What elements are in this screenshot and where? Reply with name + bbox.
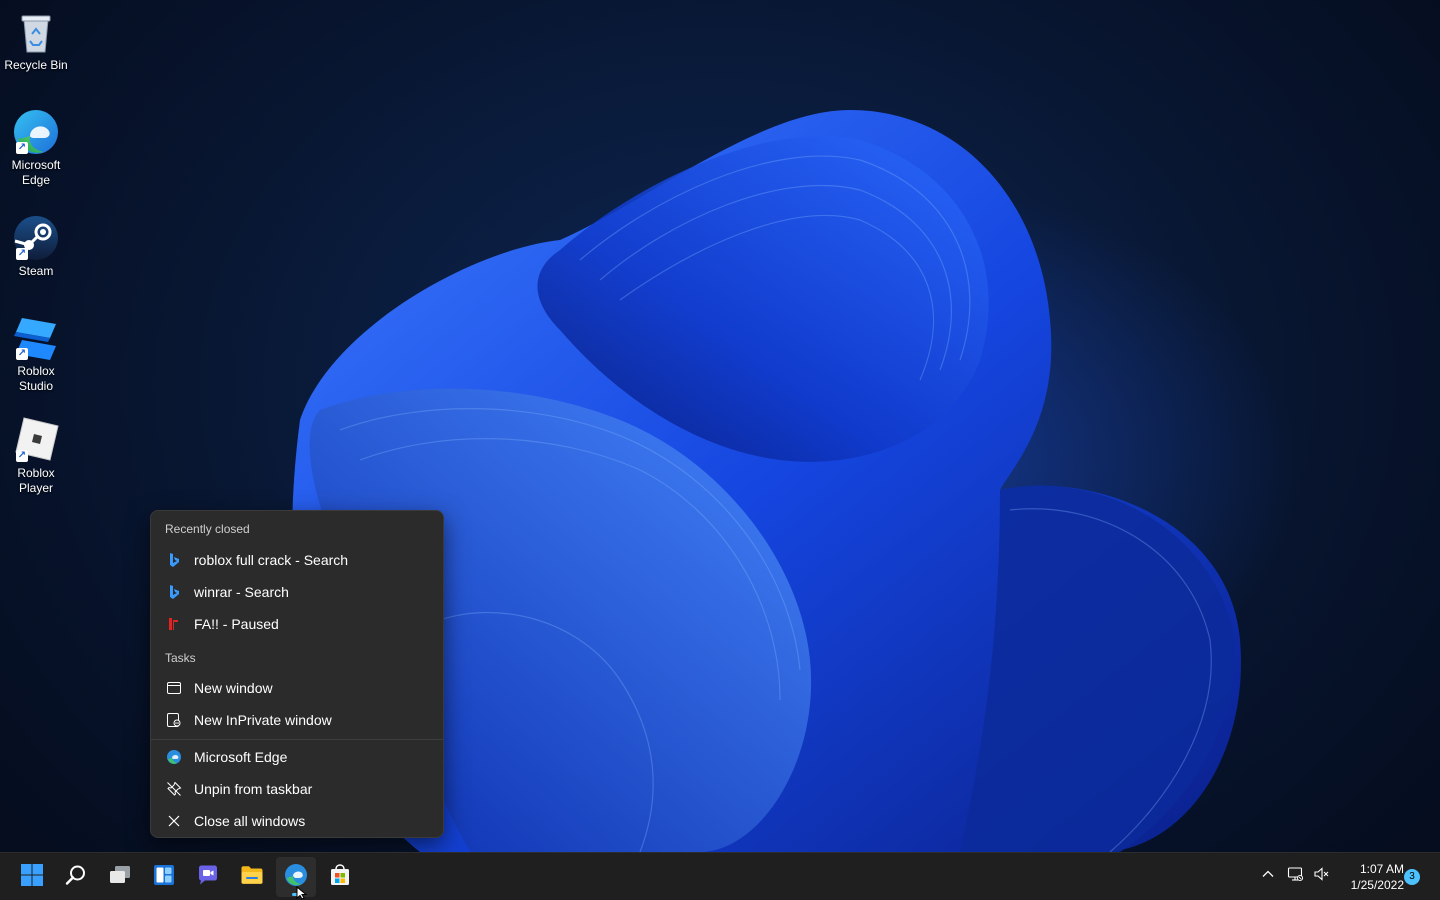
taskbar-widgets-button[interactable] — [144, 857, 184, 897]
desktop-icon-roblox-player[interactable]: ↗ Roblox Player — [4, 416, 68, 496]
jump-item-unpin-from-taskbar[interactable]: Unpin from taskbar — [155, 774, 439, 804]
desktop-icon-label: Steam — [18, 264, 54, 278]
network-button[interactable] — [1284, 865, 1306, 887]
window-icon — [165, 679, 183, 697]
close-icon — [165, 812, 183, 830]
steam-icon: ↗ — [12, 214, 60, 262]
inprivate-window-icon — [165, 711, 183, 729]
clock-time: 1:07 AM — [1359, 862, 1404, 876]
jump-item-label: New InPrivate window — [194, 712, 332, 728]
jump-item-label: Close all windows — [194, 813, 306, 829]
taskbar-start-button[interactable] — [12, 857, 52, 897]
network-disconnected-icon — [1287, 866, 1304, 887]
store-icon — [328, 863, 352, 892]
bing-icon — [165, 551, 183, 569]
edge-icon: ↗ — [12, 108, 60, 156]
jump-item-winrar-search[interactable]: winrar - Search — [155, 577, 439, 607]
shortcut-arrow-icon: ↗ — [16, 142, 28, 154]
desktop-icon-steam[interactable]: ↗ Steam — [4, 214, 68, 279]
edge-jump-list: Recently closed roblox full crack - Sear… — [150, 510, 444, 838]
fa-tab-icon — [165, 615, 183, 633]
volume-muted-icon — [1313, 866, 1329, 887]
unpin-icon — [165, 780, 183, 798]
taskbar-search-button[interactable] — [56, 857, 96, 897]
jump-item-label: FA!! - Paused — [194, 616, 279, 632]
roblox-player-icon: ↗ — [12, 416, 60, 464]
desktop-icon-recycle-bin[interactable]: Recycle Bin — [4, 8, 68, 73]
folder-icon — [240, 863, 264, 892]
taskbar: 1:07 AM 1/25/2022 3 — [0, 852, 1440, 900]
jump-item-fa-paused[interactable]: FA!! - Paused — [155, 609, 439, 639]
recycle-bin-icon — [12, 8, 60, 56]
jump-item-close-all-windows[interactable]: Close all windows — [155, 806, 439, 836]
bing-icon — [165, 583, 183, 601]
jump-list-divider — [151, 739, 443, 740]
tasks-header: Tasks — [165, 651, 196, 665]
jump-item-microsoft-edge[interactable]: Microsoft Edge — [155, 742, 439, 772]
taskbar-file-explorer-button[interactable] — [232, 857, 272, 897]
widgets-icon — [152, 863, 176, 892]
task-view-icon — [108, 863, 132, 892]
shortcut-arrow-icon: ↗ — [16, 348, 28, 360]
mouse-cursor-icon — [296, 885, 308, 900]
show-hidden-icons-button[interactable] — [1257, 865, 1279, 887]
jump-item-label: roblox full crack - Search — [194, 552, 349, 568]
chevron-up-icon — [1260, 866, 1276, 887]
edge-icon — [165, 748, 183, 766]
desktop-icon-label: Roblox Player — [17, 466, 55, 495]
jump-item-new-window[interactable]: New window — [155, 673, 439, 703]
taskbar-clock[interactable]: 1:07 AM 1/25/2022 — [1336, 861, 1404, 893]
windows-start-icon — [20, 863, 44, 892]
desktop-icon-microsoft-edge[interactable]: ↗ Microsoft Edge — [4, 108, 68, 188]
search-icon — [64, 863, 88, 892]
jump-item-label: New window — [194, 680, 273, 696]
volume-button[interactable] — [1310, 865, 1332, 887]
desktop-icon-label: Recycle Bin — [4, 58, 68, 72]
clock-date: 1/25/2022 — [1350, 878, 1404, 892]
roblox-studio-icon: ↗ — [12, 314, 60, 362]
taskbar-store-button[interactable] — [320, 857, 360, 897]
taskbar-task-view-button[interactable] — [100, 857, 140, 897]
jump-item-roblox-full-crack-search[interactable]: roblox full crack - Search — [155, 545, 439, 575]
desktop-icon-label: Roblox Studio — [17, 364, 55, 393]
jump-item-new-inprivate-window[interactable]: New InPrivate window — [155, 705, 439, 735]
shortcut-arrow-icon: ↗ — [16, 450, 28, 462]
taskbar-chat-button[interactable] — [188, 857, 228, 897]
desktop-icon-label: Microsoft Edge — [11, 158, 61, 187]
teams-chat-icon — [196, 863, 220, 892]
desktop-icon-roblox-studio[interactable]: ↗ Roblox Studio — [4, 314, 68, 394]
jump-item-label: Unpin from taskbar — [194, 781, 313, 797]
jump-item-label: Microsoft Edge — [194, 749, 288, 765]
jump-item-label: winrar - Search — [194, 584, 289, 600]
notification-badge[interactable]: 3 — [1404, 869, 1420, 885]
shortcut-arrow-icon: ↗ — [16, 248, 28, 260]
recently-closed-header: Recently closed — [165, 522, 250, 536]
